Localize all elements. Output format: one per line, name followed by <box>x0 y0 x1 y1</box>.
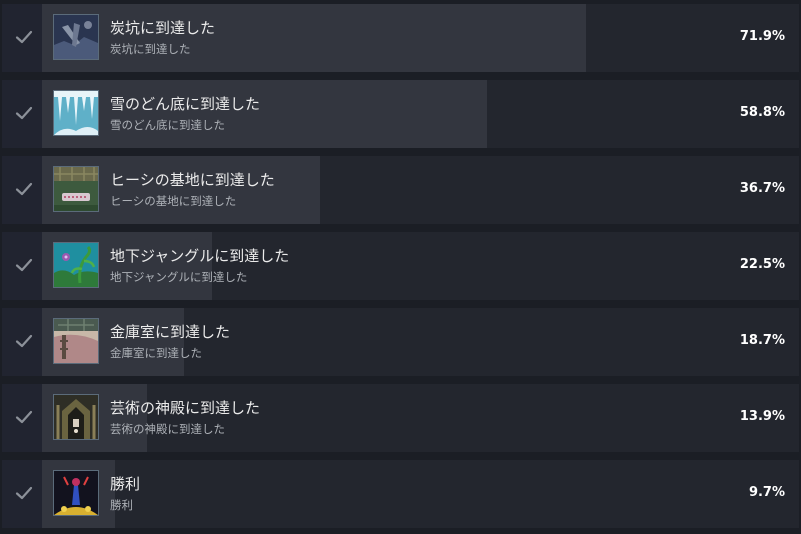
achievement-row[interactable]: 炭坑に到達した 炭坑に到達した 71.9% <box>2 4 799 72</box>
checkmark-icon <box>15 486 33 500</box>
checkmark-icon <box>15 106 33 120</box>
achievement-row[interactable]: ヒーシの基地に到達した ヒーシの基地に到達した 36.7% <box>2 156 799 224</box>
achievement-row[interactable]: 雪のどん底に到達した 雪のどん底に到達した 58.8% <box>2 80 799 148</box>
unlock-percentage: 36.7% <box>739 181 785 196</box>
hiisi-base-icon <box>53 166 99 212</box>
check-cell <box>2 80 44 148</box>
temple-icon <box>53 394 99 440</box>
checkmark-icon <box>15 182 33 196</box>
progress-bar <box>42 80 487 148</box>
achievement-description: 雪のどん底に到達した <box>110 118 225 132</box>
check-cell <box>2 4 44 72</box>
achievement-title: ヒーシの基地に到達した <box>110 171 275 189</box>
unlock-percentage: 9.7% <box>748 485 785 500</box>
achievement-row[interactable]: 地下ジャングルに到達した 地下ジャングルに到達した 22.5% <box>2 232 799 300</box>
achievement-description: 炭坑に到達した <box>110 42 191 56</box>
unlock-percentage: 58.8% <box>739 105 785 120</box>
unlock-percentage: 13.9% <box>739 409 785 424</box>
check-cell <box>2 460 44 528</box>
achievement-title: 炭坑に到達した <box>110 19 216 37</box>
achievement-title: 金庫室に到達した <box>110 323 231 341</box>
snow-icicles-icon <box>53 90 99 136</box>
progress-bar <box>42 4 586 72</box>
achievement-row[interactable]: 勝利 勝利 9.7% <box>2 460 799 528</box>
check-cell <box>2 308 44 376</box>
achievement-row[interactable]: 芸術の神殿に到達した 芸術の神殿に到達した 13.9% <box>2 384 799 452</box>
unlock-percentage: 22.5% <box>739 257 785 272</box>
check-cell <box>2 156 44 224</box>
achievement-title: 地下ジャングルに到達した <box>110 247 290 265</box>
victory-icon <box>53 470 99 516</box>
achievement-title: 雪のどん底に到達した <box>110 95 261 113</box>
achievement-description: ヒーシの基地に到達した <box>110 194 237 208</box>
checkmark-icon <box>15 334 33 348</box>
unlock-percentage: 18.7% <box>739 333 785 348</box>
achievement-description: 地下ジャングルに到達した <box>110 270 248 284</box>
mine-shaft-icon <box>53 14 99 60</box>
achievement-title: 勝利 <box>110 475 141 493</box>
checkmark-icon <box>15 258 33 272</box>
unlock-percentage: 71.9% <box>739 29 785 44</box>
achievement-row[interactable]: 金庫室に到達した 金庫室に到達した 18.7% <box>2 308 799 376</box>
achievement-title: 芸術の神殿に到達した <box>110 399 261 417</box>
achievement-description: 金庫室に到達した <box>110 346 202 360</box>
check-cell <box>2 232 44 300</box>
checkmark-icon <box>15 30 33 44</box>
achievement-list: 炭坑に到達した 炭坑に到達した 71.9% 雪のどん底に到達した 雪のどん底に到… <box>0 0 801 534</box>
checkmark-icon <box>15 410 33 424</box>
check-cell <box>2 384 44 452</box>
achievement-description: 勝利 <box>110 498 133 512</box>
jungle-icon <box>53 242 99 288</box>
achievement-description: 芸術の神殿に到達した <box>110 422 225 436</box>
vault-icon <box>53 318 99 364</box>
